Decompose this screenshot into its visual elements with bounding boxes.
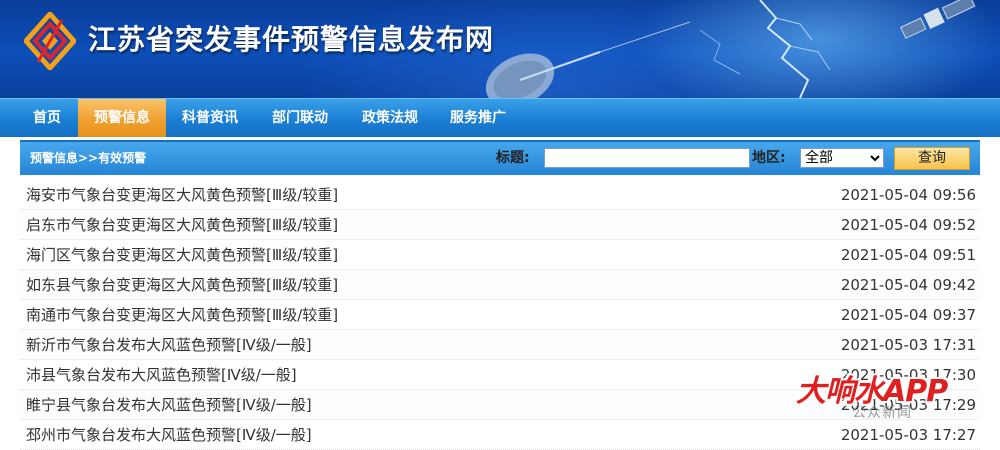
region-select[interactable]: 全部 [800, 148, 884, 168]
warning-time: 2021-05-03 17:31 [840, 336, 976, 354]
watermark-subtitle: 公众新闻 [852, 405, 912, 421]
query-button[interactable]: 查询 [894, 147, 970, 170]
satellite-graphic [900, 0, 976, 39]
warning-time: 2021-05-04 09:51 [840, 246, 976, 264]
list-item: 如东县气象台变更海区大风黄色预警[Ⅲ级/较重] 2021-05-04 09:42 [20, 270, 980, 300]
nav-item-science[interactable]: 科普资讯 [172, 99, 248, 137]
breadcrumb: 预警信息>>有效预警 [30, 151, 147, 165]
warning-time: 2021-05-04 09:56 [840, 186, 976, 204]
warning-title-link[interactable]: 邳州市气象台发布大风蓝色预警[Ⅳ级/一般] [26, 420, 312, 450]
site-title: 江苏省突发事件预警信息发布网 [88, 23, 495, 56]
list-item: 启东市气象台变更海区大风黄色预警[Ⅲ级/较重] 2021-05-04 09:52 [20, 210, 980, 240]
list-item: 海安市气象台变更海区大风黄色预警[Ⅲ级/较重] 2021-05-04 09:56 [20, 180, 980, 210]
watermark: 大响水APP 公众新闻 [790, 366, 1000, 436]
warning-time: 2021-05-04 09:37 [840, 306, 976, 324]
site-banner: 江苏省突发事件预警信息发布网 [0, 0, 1000, 98]
warning-title-link[interactable]: 沛县气象台发布大风蓝色预警[Ⅳ级/一般] [26, 360, 297, 390]
title-label: 标题: [496, 150, 530, 166]
nav-item-departments[interactable]: 部门联动 [262, 99, 338, 137]
satellite-dish-graphic [485, 21, 691, 98]
warning-title-link[interactable]: 南通市气象台变更海区大风黄色预警[Ⅲ级/较重] [26, 300, 338, 330]
site-logo-icon [24, 12, 76, 70]
main-nav: 首页 预警信息 科普资讯 部门联动 政策法规 服务推广 [0, 98, 1000, 137]
warning-title-link[interactable]: 海安市气象台变更海区大风黄色预警[Ⅲ级/较重] [26, 180, 338, 210]
list-item: 新沂市气象台发布大风蓝色预警[Ⅳ级/一般] 2021-05-03 17:31 [20, 330, 980, 360]
list-item: 海门区气象台变更海区大风黄色预警[Ⅲ级/较重] 2021-05-04 09:51 [20, 240, 980, 270]
nav-item-warnings[interactable]: 预警信息 [78, 99, 166, 137]
warning-title-link[interactable]: 新沂市气象台发布大风蓝色预警[Ⅳ级/一般] [26, 330, 312, 360]
region-label: 地区: [752, 150, 786, 166]
nav-item-services[interactable]: 服务推广 [440, 99, 516, 137]
nav-item-policies[interactable]: 政策法规 [352, 99, 428, 137]
nav-item-home[interactable]: 首页 [20, 99, 74, 137]
search-bar: 预警信息>>有效预警 标题: 地区: 全部 查询 [20, 140, 980, 175]
title-search-input[interactable] [544, 148, 750, 168]
warning-title-link[interactable]: 海门区气象台变更海区大风黄色预警[Ⅲ级/较重] [26, 240, 338, 270]
warning-time: 2021-05-04 09:52 [840, 216, 976, 234]
warning-title-link[interactable]: 启东市气象台变更海区大风黄色预警[Ⅲ级/较重] [26, 210, 338, 240]
warning-time: 2021-05-04 09:42 [840, 276, 976, 294]
lightning-graphic [699, 0, 831, 98]
list-item: 南通市气象台变更海区大风黄色预警[Ⅲ级/较重] 2021-05-04 09:37 [20, 300, 980, 330]
warning-title-link[interactable]: 睢宁县气象台发布大风蓝色预警[Ⅳ级/一般] [26, 390, 312, 420]
warning-title-link[interactable]: 如东县气象台变更海区大风黄色预警[Ⅲ级/较重] [26, 270, 338, 300]
